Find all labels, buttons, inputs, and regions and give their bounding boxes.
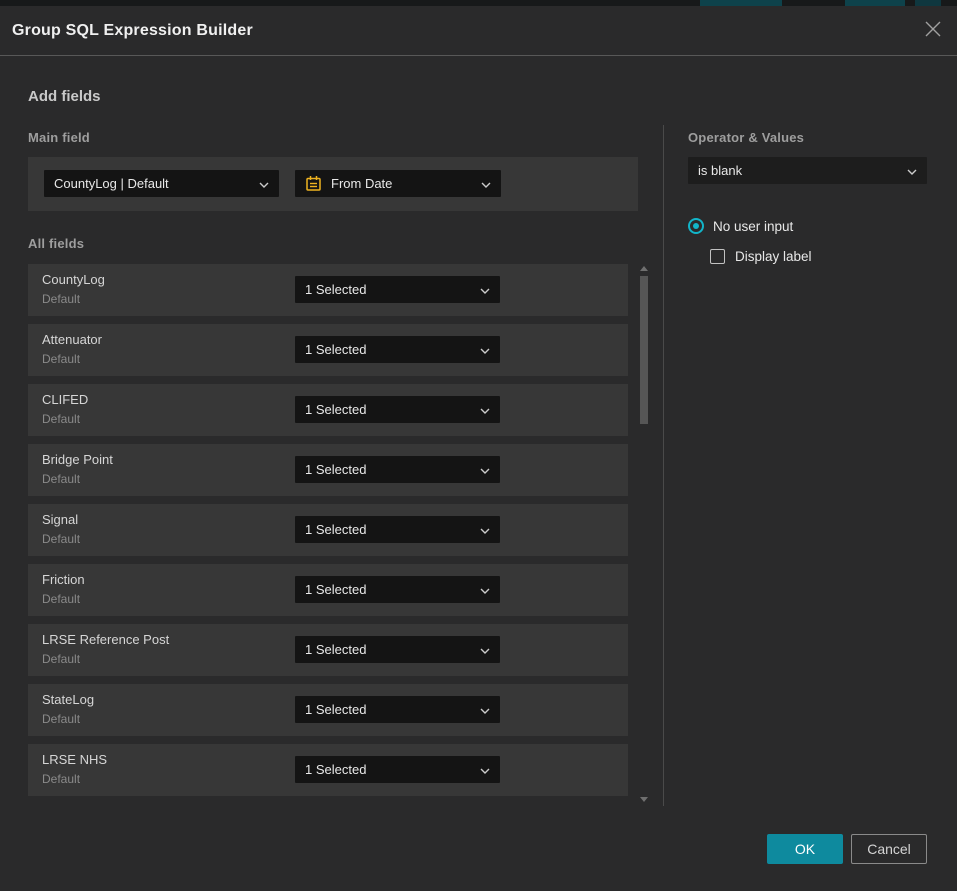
display-label-checkbox[interactable]: Display label	[710, 249, 812, 264]
field-name: StateLog	[42, 692, 94, 707]
field-name: Bridge Point	[42, 452, 113, 467]
dropdown-value: CountyLog | Default	[54, 176, 251, 191]
field-values-dropdown[interactable]: 1 Selected	[295, 696, 500, 723]
field-sublabel: Default	[42, 652, 80, 666]
dropdown-value: 1 Selected	[305, 702, 472, 717]
close-icon	[924, 20, 942, 43]
field-name: CountyLog	[42, 272, 105, 287]
field-name: Signal	[42, 512, 78, 527]
chevron-down-icon	[472, 762, 490, 777]
dialog-title: Group SQL Expression Builder	[12, 6, 253, 55]
list-scrollbar[interactable]	[639, 264, 649, 804]
field-sublabel: Default	[42, 592, 80, 606]
field-row: Friction Default 1 Selected	[28, 564, 628, 616]
all-fields-label: All fields	[28, 236, 84, 251]
field-row: LRSE NHS Default 1 Selected	[28, 744, 628, 796]
chevron-down-icon	[472, 702, 490, 717]
field-sublabel: Default	[42, 772, 80, 786]
scroll-down-arrow-icon[interactable]	[640, 797, 648, 802]
calendar-date-icon	[305, 175, 322, 192]
cancel-button[interactable]: Cancel	[851, 834, 927, 864]
no-user-input-radio[interactable]: No user input	[688, 218, 793, 234]
field-row: CLIFED Default 1 Selected	[28, 384, 628, 436]
all-fields-list: CountyLog Default 1 Selected Attenuator …	[28, 264, 628, 802]
field-sublabel: Default	[42, 292, 80, 306]
chevron-down-icon	[472, 642, 490, 657]
field-row: CountyLog Default 1 Selected	[28, 264, 628, 316]
operator-values-label: Operator & Values	[688, 130, 804, 145]
field-values-dropdown[interactable]: 1 Selected	[295, 636, 500, 663]
radio-label: No user input	[713, 219, 793, 234]
chevron-down-icon	[899, 163, 917, 178]
field-name: LRSE Reference Post	[42, 632, 169, 647]
field-row: Bridge Point Default 1 Selected	[28, 444, 628, 496]
field-row: Attenuator Default 1 Selected	[28, 324, 628, 376]
dialog-header: Group SQL Expression Builder	[0, 6, 957, 56]
chevron-down-icon	[473, 176, 491, 191]
panel-divider	[663, 125, 664, 806]
radio-checked-icon	[688, 218, 704, 234]
field-values-dropdown[interactable]: 1 Selected	[295, 756, 500, 783]
field-sublabel: Default	[42, 532, 80, 546]
dropdown-value: is blank	[698, 163, 899, 178]
chevron-down-icon	[472, 342, 490, 357]
field-dropdown[interactable]: From Date	[295, 170, 501, 197]
field-values-dropdown[interactable]: 1 Selected	[295, 396, 500, 423]
dropdown-value: From Date	[331, 176, 473, 191]
dropdown-value: 1 Selected	[305, 462, 472, 477]
dropdown-value: 1 Selected	[305, 402, 472, 417]
checkbox-label: Display label	[735, 249, 812, 264]
main-field-label: Main field	[28, 130, 90, 145]
sql-expression-builder-dialog: Group SQL Expression Builder Add fields …	[0, 6, 957, 891]
field-name: CLIFED	[42, 392, 88, 407]
field-values-dropdown[interactable]: 1 Selected	[295, 516, 500, 543]
layer-dropdown[interactable]: CountyLog | Default	[44, 170, 279, 197]
dropdown-value: 1 Selected	[305, 642, 472, 657]
checkbox-unchecked-icon	[710, 249, 725, 264]
dropdown-value: 1 Selected	[305, 522, 472, 537]
scroll-up-arrow-icon[interactable]	[640, 266, 648, 271]
field-row: Signal Default 1 Selected	[28, 504, 628, 556]
dropdown-value: 1 Selected	[305, 582, 472, 597]
field-name: Attenuator	[42, 332, 102, 347]
field-values-dropdown[interactable]: 1 Selected	[295, 276, 500, 303]
field-sublabel: Default	[42, 472, 80, 486]
field-sublabel: Default	[42, 712, 80, 726]
field-values-dropdown[interactable]: 1 Selected	[295, 576, 500, 603]
chevron-down-icon	[472, 402, 490, 417]
dropdown-value: 1 Selected	[305, 762, 472, 777]
close-button[interactable]	[921, 19, 945, 43]
scrollbar-thumb[interactable]	[640, 276, 648, 424]
dropdown-value: 1 Selected	[305, 282, 472, 297]
field-name: LRSE NHS	[42, 752, 107, 767]
chevron-down-icon	[472, 282, 490, 297]
field-row: StateLog Default 1 Selected	[28, 684, 628, 736]
field-row: LRSE Reference Post Default 1 Selected	[28, 624, 628, 676]
field-values-dropdown[interactable]: 1 Selected	[295, 456, 500, 483]
dropdown-value: 1 Selected	[305, 342, 472, 357]
chevron-down-icon	[472, 462, 490, 477]
field-sublabel: Default	[42, 352, 80, 366]
ok-button[interactable]: OK	[767, 834, 843, 864]
add-fields-heading: Add fields	[28, 88, 101, 105]
main-field-panel: CountyLog | Default From Date	[28, 157, 638, 211]
field-name: Friction	[42, 572, 85, 587]
chevron-down-icon	[472, 522, 490, 537]
field-sublabel: Default	[42, 412, 80, 426]
chevron-down-icon	[251, 176, 269, 191]
chevron-down-icon	[472, 582, 490, 597]
operator-dropdown[interactable]: is blank	[688, 157, 927, 184]
field-values-dropdown[interactable]: 1 Selected	[295, 336, 500, 363]
